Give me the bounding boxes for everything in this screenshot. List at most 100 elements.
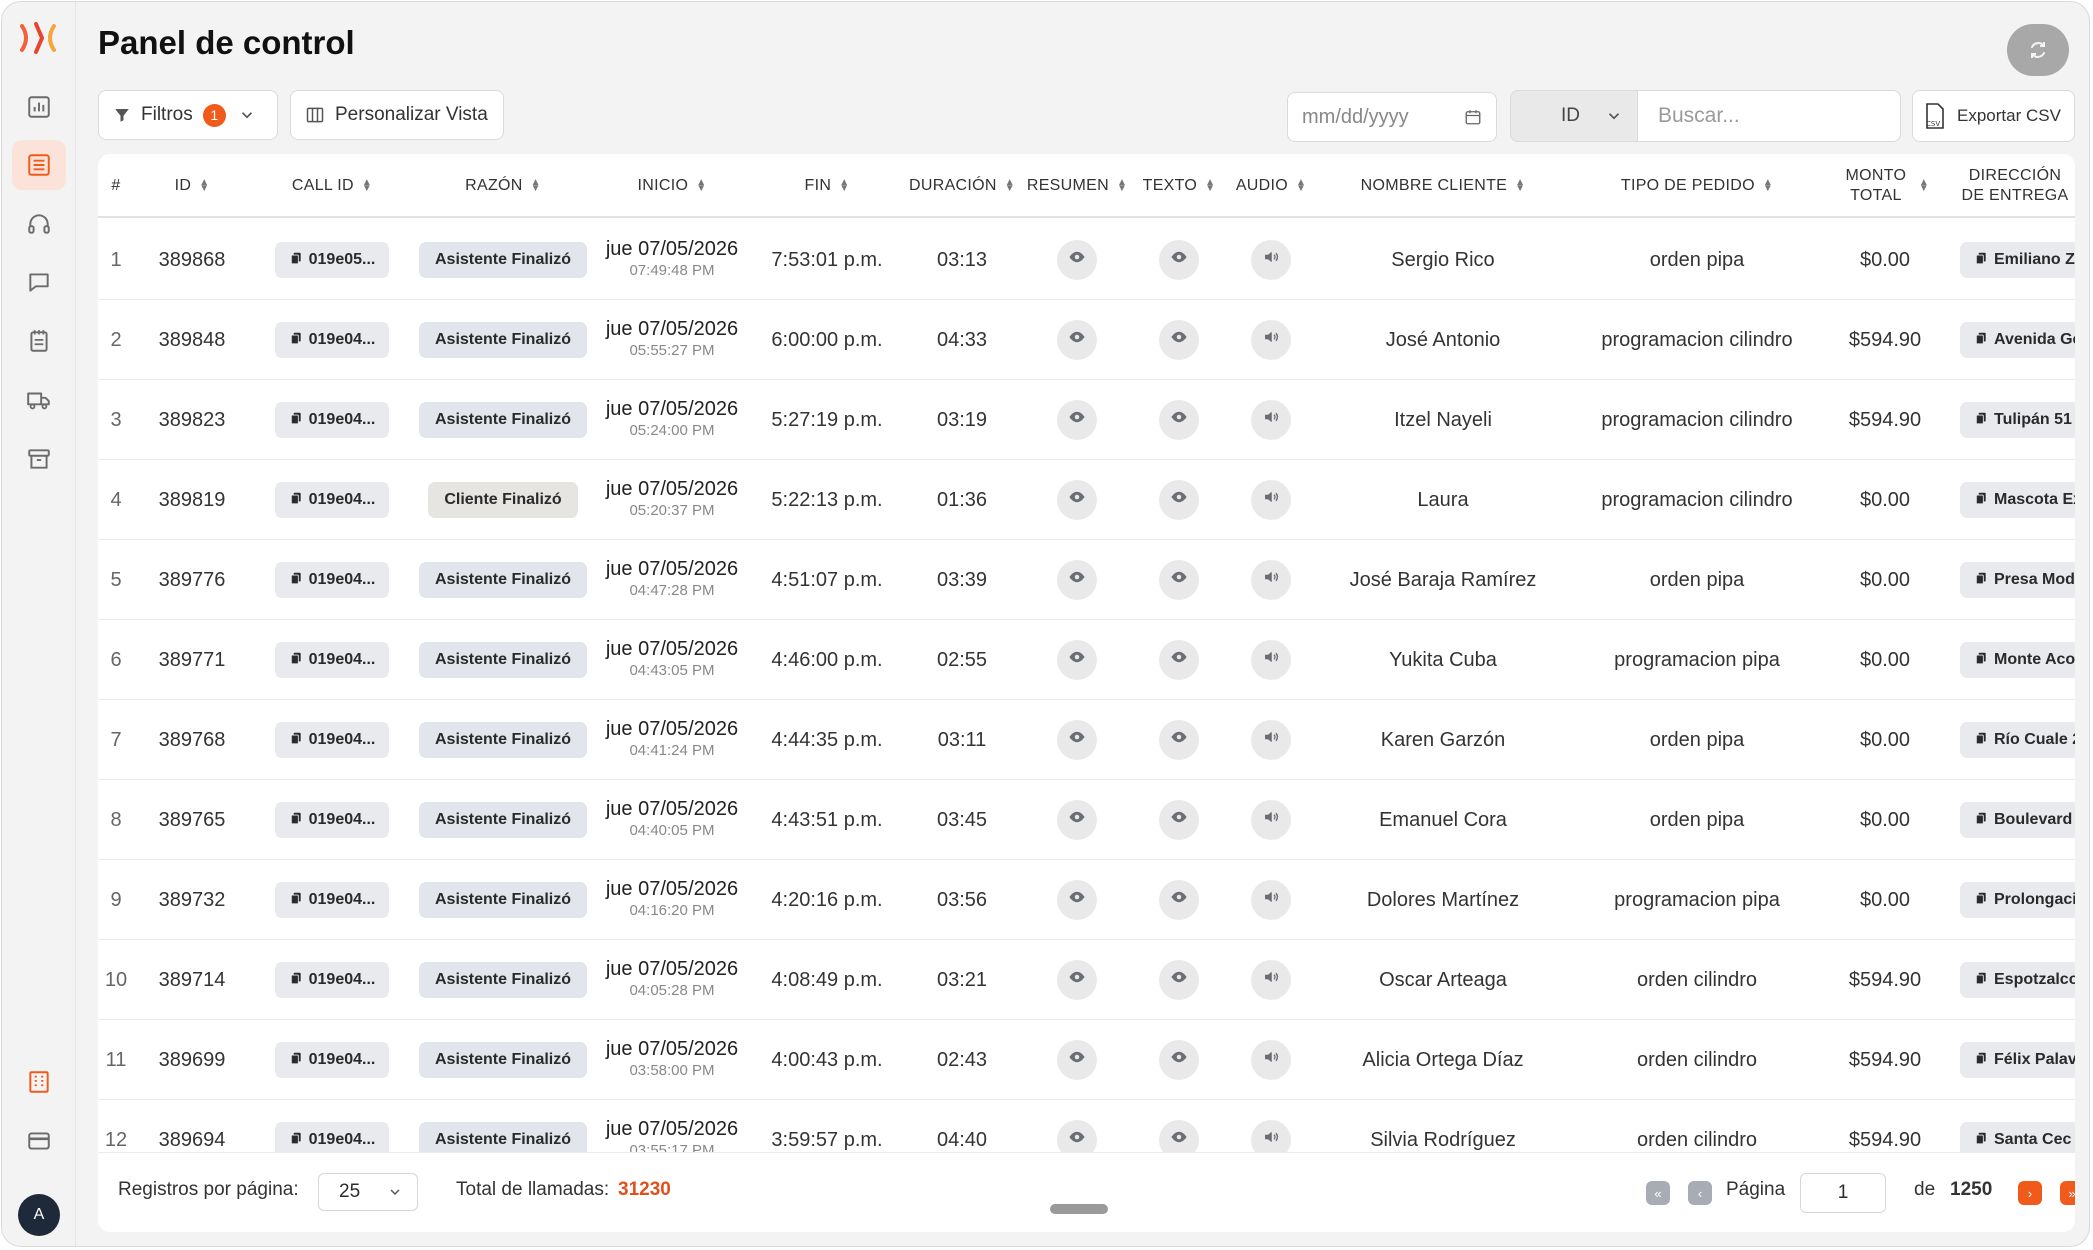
call-id-chip[interactable]: 019e04... xyxy=(274,1042,390,1078)
play-audio-button[interactable] xyxy=(1251,720,1291,760)
address-chip[interactable]: Monte Acor xyxy=(1960,642,2075,678)
address-chip[interactable]: Boulevard xyxy=(1960,802,2075,838)
brand-logo-icon[interactable] xyxy=(16,18,60,58)
table-row[interactable]: 5 389776 019e04... Asistente Finalizó jue 07… xyxy=(98,540,2075,620)
column-header-summary[interactable]: RESUMEN ▲ ▼ xyxy=(1022,154,1132,218)
column-header-id[interactable]: ID ▲ ▼ xyxy=(134,154,250,218)
view-transcript-button[interactable] xyxy=(1159,480,1199,520)
customize-view-button[interactable]: Personalizar Vista xyxy=(290,90,504,140)
view-summary-button[interactable] xyxy=(1057,400,1097,440)
view-transcript-button[interactable] xyxy=(1159,720,1199,760)
refresh-button[interactable] xyxy=(2007,24,2069,76)
column-header-text[interactable]: TEXTO ▲ ▼ xyxy=(1132,154,1226,218)
call-id-chip[interactable]: 019e04... xyxy=(274,402,390,438)
view-summary-button[interactable] xyxy=(1057,480,1097,520)
view-summary-button[interactable] xyxy=(1057,880,1097,920)
per-page-select[interactable]: 25 xyxy=(318,1173,418,1211)
call-id-chip[interactable]: 019e05... xyxy=(274,242,390,278)
view-summary-button[interactable] xyxy=(1057,1040,1097,1080)
nav-item-notes[interactable] xyxy=(12,316,66,366)
call-id-chip[interactable]: 019e04... xyxy=(274,802,390,838)
address-chip[interactable]: Emiliano Za xyxy=(1960,242,2075,278)
table-row[interactable]: 9 389732 019e04... Asistente Finalizó jue 07… xyxy=(98,860,2075,940)
address-chip[interactable]: Mascota Ex xyxy=(1960,482,2075,518)
sort-icon[interactable]: ▲ ▼ xyxy=(1296,178,1306,194)
play-audio-button[interactable] xyxy=(1251,400,1291,440)
address-chip[interactable]: Tulipán 51 xyxy=(1960,402,2075,438)
table-row[interactable]: 2 389848 019e04... Asistente Finalizó jue 07… xyxy=(98,300,2075,380)
sort-icon[interactable]: ▲ ▼ xyxy=(1763,178,1773,194)
view-transcript-button[interactable] xyxy=(1159,320,1199,360)
address-chip[interactable]: Espotzalco xyxy=(1960,962,2075,998)
nav-item-dashboard[interactable] xyxy=(12,82,66,132)
sort-icon[interactable]: ▲ ▼ xyxy=(531,178,541,194)
nav-item-deliveries[interactable] xyxy=(12,375,66,425)
call-id-chip[interactable]: 019e04... xyxy=(274,562,390,598)
nav-item-calls-list[interactable] xyxy=(12,140,66,190)
table-row[interactable]: 11 389699 019e04... Asistente Finalizó jue 0… xyxy=(98,1020,2075,1100)
user-avatar[interactable]: A xyxy=(18,1194,60,1236)
play-audio-button[interactable] xyxy=(1251,1040,1291,1080)
address-chip[interactable]: Río Cuale 2 xyxy=(1960,722,2075,758)
call-id-chip[interactable]: 019e04... xyxy=(274,882,390,918)
page-number-input[interactable]: 1 xyxy=(1800,1173,1886,1213)
view-transcript-button[interactable] xyxy=(1159,400,1199,440)
export-csv-button[interactable]: CSV Exportar CSV xyxy=(1912,90,2075,142)
table-row[interactable]: 4 389819 019e04... Cliente Finalizó jue 07/0… xyxy=(98,460,2075,540)
column-header-reason[interactable]: RAZÓN ▲ ▼ xyxy=(414,154,592,218)
column-header-end[interactable]: FIN ▲ ▼ xyxy=(752,154,902,218)
address-chip[interactable]: Presa Mode xyxy=(1960,562,2075,598)
view-summary-button[interactable] xyxy=(1057,240,1097,280)
column-header-client[interactable]: NOMBRE CLIENTE ▲ ▼ xyxy=(1316,154,1570,218)
view-summary-button[interactable] xyxy=(1057,560,1097,600)
sort-icon[interactable]: ▲ ▼ xyxy=(1515,178,1525,194)
play-audio-button[interactable] xyxy=(1251,640,1291,680)
view-transcript-button[interactable] xyxy=(1159,1040,1199,1080)
view-summary-button[interactable] xyxy=(1057,640,1097,680)
table-row[interactable]: 7 389768 019e04... Asistente Finalizó jue 07… xyxy=(98,700,2075,780)
sort-icon[interactable]: ▲ ▼ xyxy=(696,178,706,194)
address-chip[interactable]: Avenida Ge xyxy=(1960,322,2075,358)
sort-icon[interactable]: ▲ ▼ xyxy=(1117,178,1127,194)
column-header-start[interactable]: INICIO ▲ ▼ xyxy=(592,154,752,218)
address-chip[interactable]: Prolongaci xyxy=(1960,882,2075,918)
call-id-chip[interactable]: 019e04... xyxy=(274,482,390,518)
table-row[interactable]: 6 389771 019e04... Asistente Finalizó jue 07… xyxy=(98,620,2075,700)
table-row[interactable]: 1 389868 019e05... Asistente Finalizó jue 07… xyxy=(98,220,2075,300)
view-transcript-button[interactable] xyxy=(1159,960,1199,1000)
call-id-chip[interactable]: 019e04... xyxy=(274,322,390,358)
play-audio-button[interactable] xyxy=(1251,320,1291,360)
column-header-duration[interactable]: DURACIÓN ▲ ▼ xyxy=(902,154,1022,218)
column-header-audio[interactable]: AUDIO ▲ ▼ xyxy=(1226,154,1316,218)
prev-page-button[interactable]: ‹ xyxy=(1688,1181,1712,1205)
view-summary-button[interactable] xyxy=(1057,720,1097,760)
play-audio-button[interactable] xyxy=(1251,480,1291,520)
table-row[interactable]: 3 389823 019e04... Asistente Finalizó jue 07… xyxy=(98,380,2075,460)
view-summary-button[interactable] xyxy=(1057,800,1097,840)
nav-item-archive[interactable] xyxy=(12,434,66,484)
column-header-total[interactable]: MONTO TOTAL ▲ ▼ xyxy=(1824,154,1946,218)
column-header-order-type[interactable]: TIPO DE PEDIDO ▲ ▼ xyxy=(1570,154,1824,218)
table-row[interactable]: 8 389765 019e04... Asistente Finalizó jue 07… xyxy=(98,780,2075,860)
view-transcript-button[interactable] xyxy=(1159,880,1199,920)
nav-item-messages[interactable] xyxy=(12,257,66,307)
last-page-button[interactable]: » xyxy=(2060,1181,2075,1205)
call-id-chip[interactable]: 019e04... xyxy=(274,642,390,678)
calendar-icon[interactable] xyxy=(1464,108,1482,126)
column-header-call-id[interactable]: CALL ID ▲ ▼ xyxy=(250,154,414,218)
horizontal-scroll-handle[interactable] xyxy=(1050,1204,1108,1214)
play-audio-button[interactable] xyxy=(1251,960,1291,1000)
view-transcript-button[interactable] xyxy=(1159,560,1199,600)
play-audio-button[interactable] xyxy=(1251,880,1291,920)
search-input[interactable]: Buscar... xyxy=(1637,90,1901,142)
view-transcript-button[interactable] xyxy=(1159,640,1199,680)
play-audio-button[interactable] xyxy=(1251,240,1291,280)
play-audio-button[interactable] xyxy=(1251,560,1291,600)
sort-icon[interactable]: ▲ ▼ xyxy=(1005,178,1015,194)
nav-item-billing[interactable] xyxy=(12,1116,66,1166)
view-transcript-button[interactable] xyxy=(1159,800,1199,840)
next-page-button[interactable]: › xyxy=(2018,1181,2042,1205)
date-filter-input[interactable]: mm/dd/yyyy xyxy=(1287,92,1497,142)
sort-icon[interactable]: ▲ ▼ xyxy=(1919,178,1929,194)
view-transcript-button[interactable] xyxy=(1159,240,1199,280)
